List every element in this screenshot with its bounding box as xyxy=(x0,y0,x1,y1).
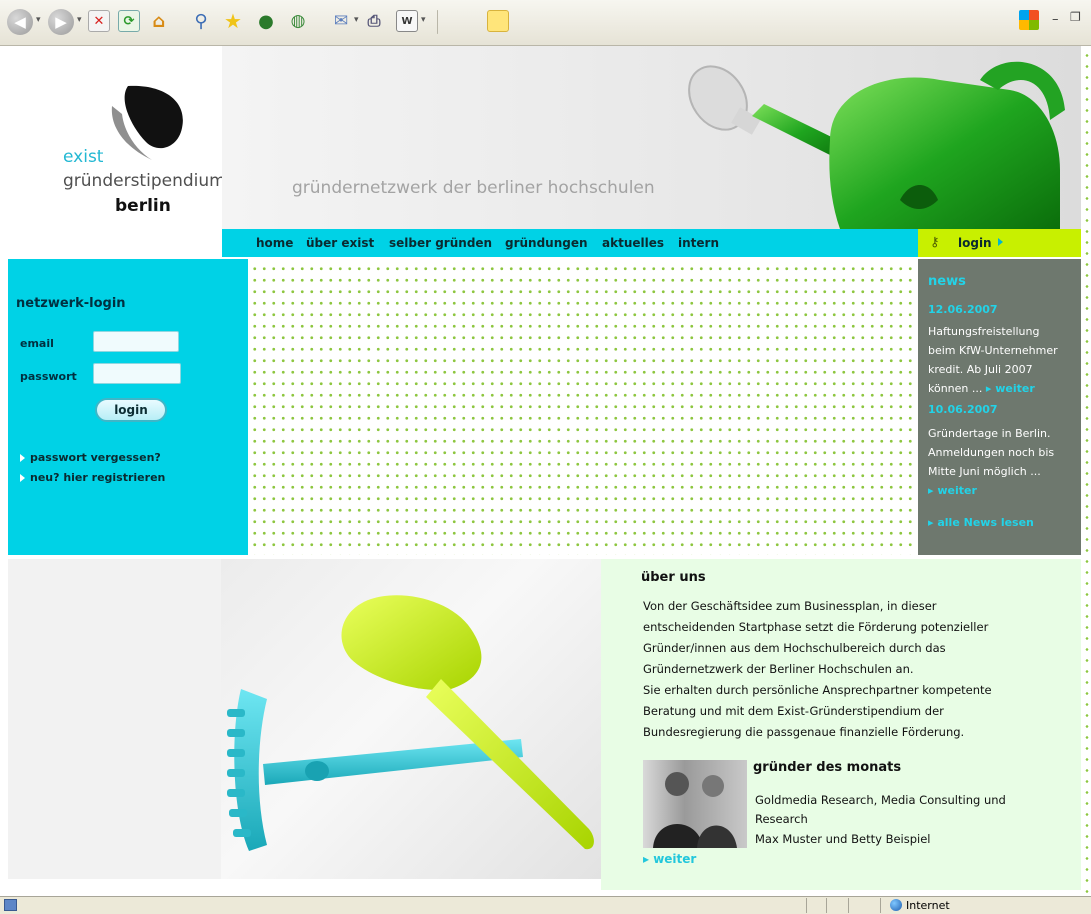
mail-icon[interactable]: ✉ xyxy=(330,10,352,32)
about-text-line: Von der Geschäftsidee zum Businessplan, … xyxy=(643,599,937,613)
news-date: 12.06.2007 xyxy=(928,303,998,316)
news-text-line: Gründertage in Berlin. xyxy=(928,427,1051,440)
media-icon[interactable]: ● xyxy=(255,10,277,32)
password-label: passwort xyxy=(20,370,77,383)
messenger-icon[interactable] xyxy=(487,10,509,32)
minimize-icon[interactable]: – xyxy=(1052,12,1059,27)
mail-dropdown-icon[interactable]: ▾ xyxy=(354,15,359,25)
founder-of-month-title: gründer des monats xyxy=(753,760,902,775)
arrow-right-icon xyxy=(20,454,25,462)
nav-ueber-exist[interactable]: über exist xyxy=(306,236,374,250)
news-item: Haftungsfreistellung beim KfW-Unternehme… xyxy=(928,322,1080,398)
dot-pattern-area xyxy=(248,259,918,555)
browser-window: ◀ ▾ ▶ ▾ ✕ ⟳ ⌂ ⚲ ★ ● ◍ ✉ ▾ ⎙ W ▾ – ❐ exis… xyxy=(0,0,1091,914)
back-dropdown-icon[interactable]: ▾ xyxy=(36,15,41,25)
nav-home[interactable]: home xyxy=(256,236,293,250)
edit-icon[interactable]: W xyxy=(396,10,418,32)
toolbar-separator xyxy=(437,10,438,34)
about-text-line: Gründer/innen aus dem Hochschulbereich d… xyxy=(643,641,946,655)
watering-can-image xyxy=(688,61,1065,229)
about-text-line: entscheidenden Startphase setzt die Förd… xyxy=(643,620,989,634)
email-label: email xyxy=(20,337,54,350)
refresh-icon[interactable]: ⟳ xyxy=(118,10,140,32)
arrow-right-icon xyxy=(20,474,25,482)
news-item: Gründertage in Berlin. Anmeldungen noch … xyxy=(928,424,1080,500)
about-title: über uns xyxy=(641,570,706,585)
founder-text-line: Max Muster und Betty Beispiel xyxy=(755,832,931,846)
email-field[interactable] xyxy=(93,331,179,352)
login-panel-title: netzwerk-login xyxy=(16,296,126,311)
nav-gruendungen[interactable]: gründungen xyxy=(505,236,588,250)
register-label: neu? hier registrieren xyxy=(30,471,166,484)
logo-text-berlin: berlin xyxy=(115,196,171,216)
news-text-line: Haftungsfreistellung xyxy=(928,325,1040,338)
forgot-password-link[interactable]: passwort vergessen? xyxy=(20,451,161,464)
news-text-line: können ... xyxy=(928,382,983,395)
lower-left-area xyxy=(8,559,221,879)
status-separator xyxy=(880,898,881,913)
page-icon xyxy=(4,899,17,911)
founder-text-line: Research xyxy=(755,812,808,826)
founder-weiter-link[interactable]: ▸ weiter xyxy=(643,852,696,866)
logo-text-exist: exist xyxy=(63,147,104,167)
nav-aktuelles[interactable]: aktuelles xyxy=(602,236,664,250)
status-separator xyxy=(826,898,827,913)
login-button[interactable]: login xyxy=(95,398,167,422)
status-zone-label: Internet xyxy=(906,899,950,912)
restore-icon[interactable]: ❐ xyxy=(1070,10,1081,24)
arrow-right-icon xyxy=(998,238,1003,246)
back-icon[interactable]: ◀ xyxy=(7,9,33,35)
status-separator xyxy=(806,898,807,913)
news-text-line: beim KfW-Unternehmer xyxy=(928,344,1058,357)
forward-icon[interactable]: ▶ xyxy=(48,9,74,35)
news-title: news xyxy=(928,274,966,289)
sand-toys-illustration xyxy=(227,595,594,851)
news-text-line: Mitte Juni möglich ... xyxy=(928,465,1041,478)
edit-dropdown-icon[interactable]: ▾ xyxy=(421,15,426,25)
history-icon[interactable]: ◍ xyxy=(287,10,309,32)
news-weiter-link[interactable]: ▸ weiter xyxy=(986,382,1035,395)
password-field[interactable] xyxy=(93,363,181,384)
founder-photo-illustration xyxy=(653,772,737,848)
news-text-line-with-link: können ... ▸ weiter xyxy=(928,379,1080,398)
top-login-link[interactable]: login xyxy=(958,236,992,250)
forward-dropdown-icon[interactable]: ▾ xyxy=(77,15,82,25)
news-text-line: Anmeldungen noch bis xyxy=(928,446,1055,459)
about-text-line: Gründernetzwerk der Berliner Hochschulen… xyxy=(643,662,914,676)
logo-text-gruenderstipendium: gründerstipendium xyxy=(63,171,226,191)
forgot-password-label: passwort vergessen? xyxy=(30,451,161,464)
news-date: 10.06.2007 xyxy=(928,403,998,416)
search-icon[interactable]: ⚲ xyxy=(190,10,212,32)
key-icon: ⚷ xyxy=(930,235,940,250)
globe-icon xyxy=(890,899,902,911)
news-weiter-link[interactable]: ▸ weiter xyxy=(928,481,1080,500)
about-text-line: Sie erhalten durch persönliche Ansprechp… xyxy=(643,683,992,697)
nav-selber-gruenden[interactable]: selber gründen xyxy=(389,236,492,250)
news-text-line: kredit. Ab Juli 2007 xyxy=(928,363,1033,376)
logo-leaf-icon xyxy=(111,85,183,160)
founder-photo xyxy=(643,760,747,848)
about-text-line: Beratung und mit dem Exist-Gründerstipen… xyxy=(643,704,944,718)
about-text-line: Bundesregierung die passgenaue finanziel… xyxy=(643,725,965,739)
site-tagline: gründernetzwerk der berliner hochschulen xyxy=(292,178,655,198)
stop-icon[interactable]: ✕ xyxy=(88,10,110,32)
right-dot-border xyxy=(1081,46,1091,896)
founder-text-line: Goldmedia Research, Media Consulting und xyxy=(755,793,1006,807)
status-separator xyxy=(848,898,849,913)
print-icon[interactable]: ⎙ xyxy=(363,10,385,32)
windows-logo-icon xyxy=(1019,10,1039,30)
all-news-link[interactable]: ▸ alle News lesen xyxy=(928,516,1034,529)
nav-intern[interactable]: intern xyxy=(678,236,719,250)
favorites-icon[interactable]: ★ xyxy=(222,9,244,33)
home-icon[interactable]: ⌂ xyxy=(148,10,170,32)
register-link[interactable]: neu? hier registrieren xyxy=(20,471,165,484)
